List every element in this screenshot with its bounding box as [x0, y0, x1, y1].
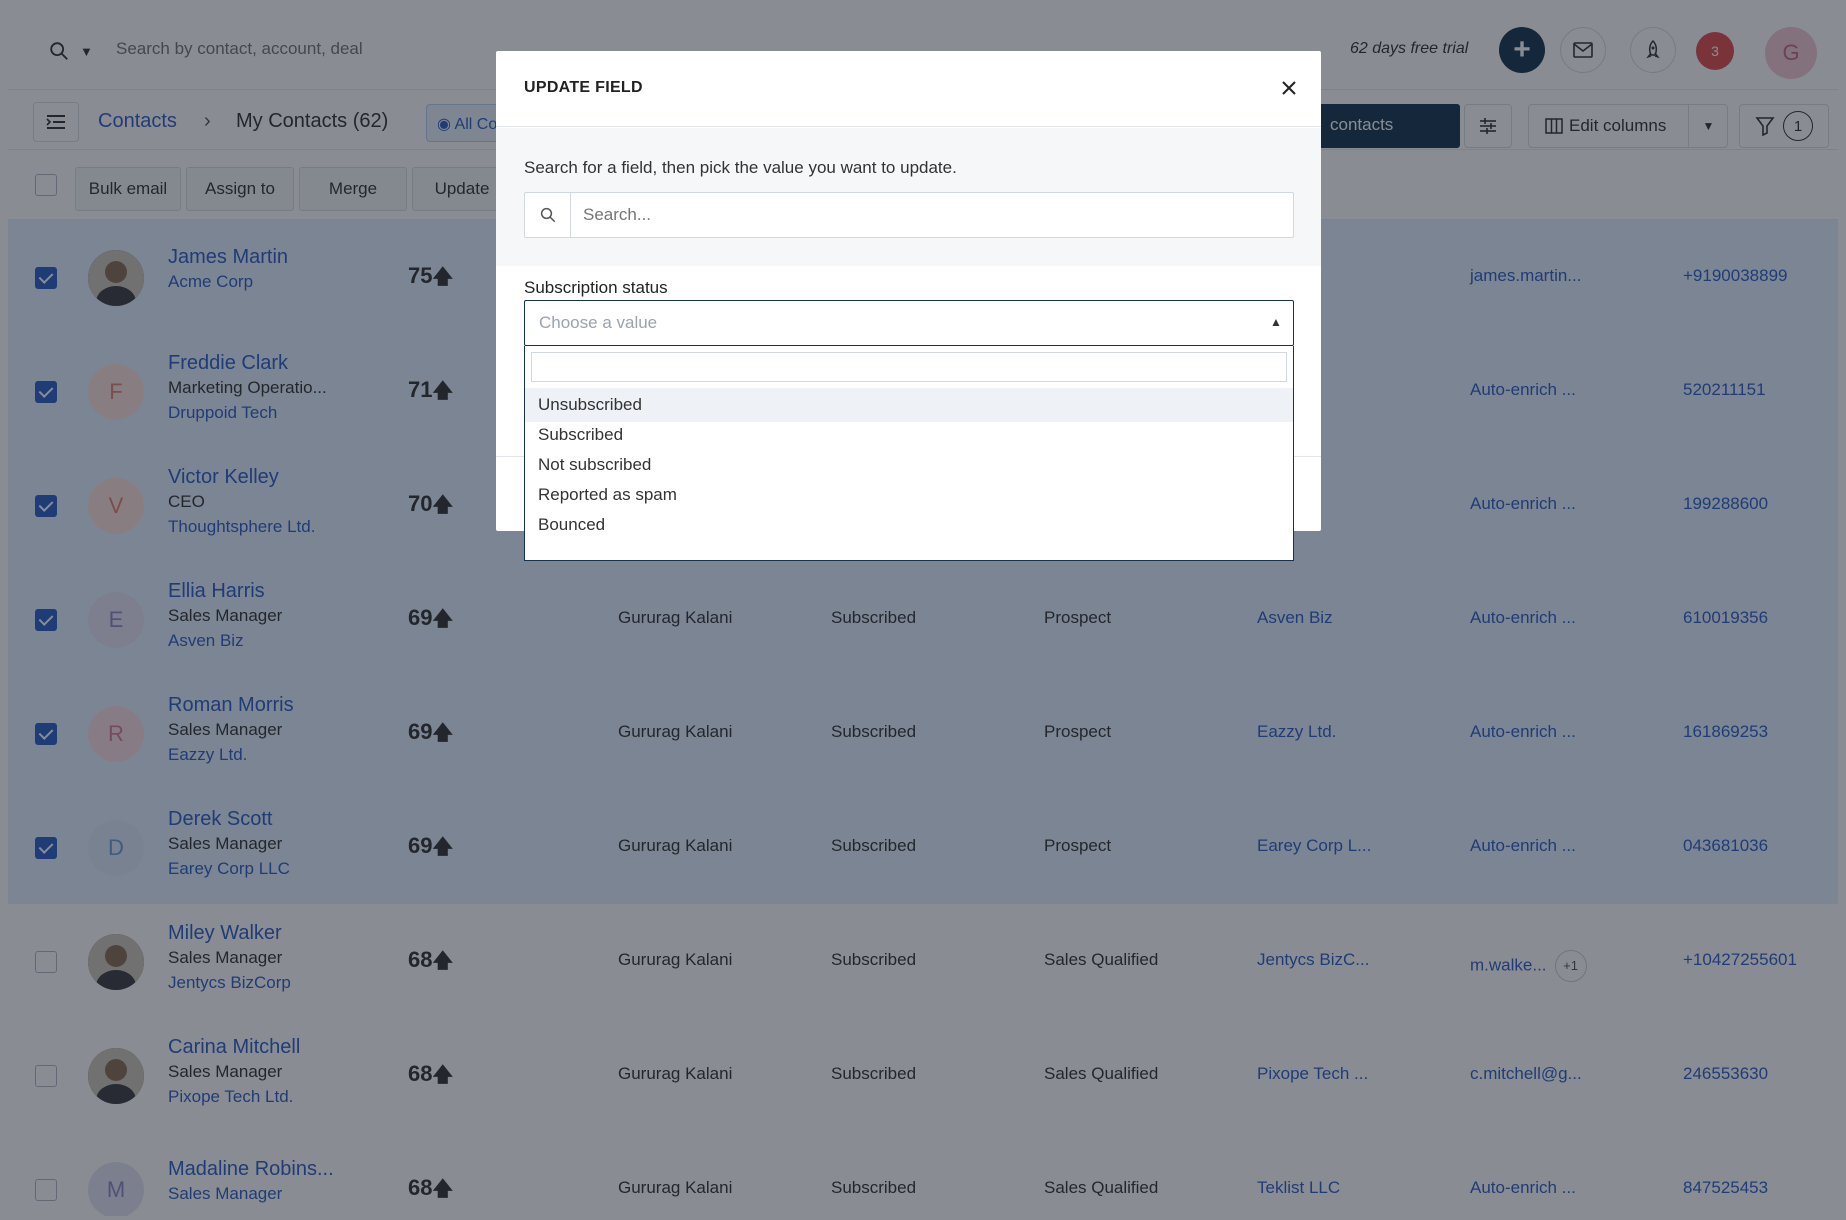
chevron-up-icon[interactable]: ▲ [1270, 315, 1282, 329]
modal-header: UPDATE FIELD [496, 51, 1321, 127]
field-search-box[interactable] [524, 192, 1294, 238]
modal-hint: Search for a field, then pick the value … [524, 158, 957, 177]
dropdown-option[interactable]: Unsubscribed [525, 388, 1293, 422]
close-button[interactable] [1276, 75, 1302, 101]
field-search-icon-box [525, 193, 571, 237]
value-select[interactable]: Choose a value ▲ [524, 300, 1294, 346]
dropdown-option[interactable]: Reported as spam [525, 478, 1293, 512]
field-search-section: Search for a field, then pick the value … [496, 128, 1321, 266]
dropdown-option[interactable]: Subscribed [525, 418, 1293, 452]
dropdown-search-input[interactable] [531, 352, 1287, 382]
modal-title: UPDATE FIELD [524, 79, 643, 96]
field-label: Subscription status [524, 278, 668, 297]
dropdown-option[interactable]: Bounced [525, 508, 1293, 542]
search-icon [540, 207, 555, 223]
dropdown-option[interactable]: Not subscribed [525, 448, 1293, 482]
field-search-input[interactable] [583, 203, 1283, 227]
value-select-placeholder: Choose a value [539, 313, 658, 332]
value-dropdown: Unsubscribed Subscribed Not subscribed Repo… [524, 346, 1294, 561]
close-icon [1282, 81, 1296, 95]
